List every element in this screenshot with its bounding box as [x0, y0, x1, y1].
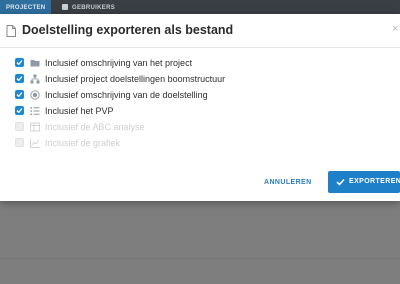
option-label: Inclusief omschrijving van het project: [45, 58, 193, 68]
option-label: Inclusief project doelstellingen boomstr…: [45, 74, 226, 84]
option-label: Inclusief de grafiek: [45, 138, 121, 148]
checkbox-disabled: [15, 122, 24, 131]
check-icon: [336, 178, 345, 186]
checkbox-checked[interactable]: [15, 90, 24, 99]
chart-icon: [30, 138, 40, 148]
checkbox-checked[interactable]: [15, 58, 24, 67]
checkbox-disabled: [15, 138, 24, 147]
dialog-title: Doelstelling exporteren als bestand: [22, 23, 234, 37]
checkbox-checked[interactable]: [15, 106, 24, 115]
table-icon: [30, 122, 40, 132]
option-label: Inclusief de ABC analyse: [45, 122, 145, 132]
export-button[interactable]: EXPORTEREN: [328, 171, 400, 193]
list-icon: [30, 107, 40, 115]
tree-icon: [30, 74, 40, 84]
users-icon: [62, 4, 68, 11]
cancel-button[interactable]: ANNULEREN: [264, 179, 312, 186]
folder-icon: [30, 60, 40, 67]
export-dialog: Doelstelling exporteren als bestand × In…: [0, 14, 400, 201]
target-icon: [30, 90, 40, 100]
tab-projects-label: PROJECTEN: [6, 5, 46, 11]
checkbox-checked[interactable]: [15, 74, 24, 83]
background-divider: [0, 258, 400, 259]
close-button[interactable]: ×: [392, 23, 398, 35]
document-icon: [6, 25, 16, 37]
option-label: Inclusief omschrijving van de doelstelli…: [45, 90, 208, 100]
tab-users-label: GEBRUIKERS: [72, 5, 116, 11]
export-button-label: EXPORTEREN: [349, 178, 400, 185]
background-content: [0, 200, 400, 284]
dialog-header: Doelstelling exporteren als bestand ×: [0, 14, 400, 48]
option-label: Inclusief het PVP: [45, 106, 114, 116]
